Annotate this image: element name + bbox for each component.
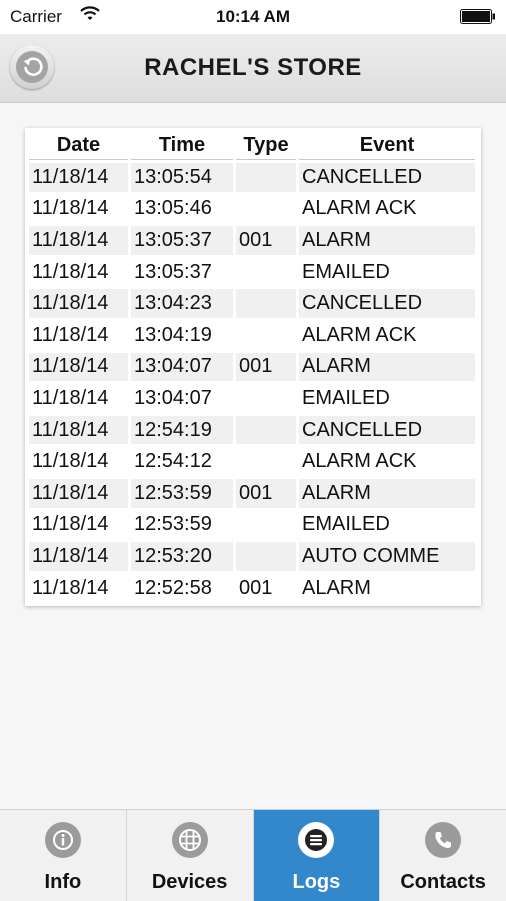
tab-devices[interactable]: Devices [127, 810, 254, 901]
cell-event: CANCELLED [299, 163, 475, 192]
cell-event: CANCELLED [299, 289, 475, 318]
cell-event: ALARM ACK [302, 323, 417, 346]
table-row: 11/18/14 12:54:19 CANCELLED [29, 415, 475, 445]
cell-type [236, 258, 296, 287]
cell-type: 001 [236, 478, 296, 508]
table-row: 11/18/14 12:53:59 EMAILED [29, 511, 475, 540]
cell-event: AUTO COMME [299, 542, 475, 571]
tab-contacts-label: Contacts [400, 871, 486, 893]
table-row: 11/18/14 12:53:59 001 ALARM [29, 478, 475, 508]
cell-type [236, 321, 296, 350]
cell-type: 001 [239, 576, 273, 599]
cell-date: 11/18/14 [29, 415, 128, 445]
cell-date: 11/18/14 [32, 386, 109, 409]
tab-logs-label: Logs [292, 871, 341, 893]
log-table-panel: Date Time Type Event 11/18/14 13:05:54 CAN… [25, 128, 481, 606]
cell-event: ALARM [299, 352, 475, 382]
cell-time: 13:05:37 [131, 226, 233, 255]
cell-event: ALARM [299, 478, 475, 508]
cell-date: 11/18/14 [32, 576, 109, 599]
cell-time: 13:04:07 [131, 352, 233, 382]
cell-type [236, 384, 296, 413]
header-bar: RACHEL'S STORE [0, 34, 506, 103]
battery-icon [460, 9, 495, 24]
cell-event: EMAILED [302, 260, 390, 283]
column-header-event: Event [299, 131, 475, 160]
cell-date: 11/18/14 [32, 197, 109, 220]
table-row: 11/18/14 13:04:19 ALARM ACK [29, 321, 475, 350]
cell-event: ALARM ACK [302, 197, 417, 220]
cell-event: CANCELLED [299, 415, 475, 445]
log-table: Date Time Type Event 11/18/14 13:05:54 CAN… [26, 128, 478, 605]
cell-type [236, 163, 296, 192]
cell-time: 13:05:37 [134, 260, 212, 283]
table-row: 11/18/14 13:05:54 CANCELLED [29, 163, 475, 192]
tab-info-label: Info [44, 871, 82, 893]
status-bar: Carrier 10:14 AM [0, 0, 506, 34]
cell-type: 001 [236, 226, 296, 255]
column-header-time: Time [131, 131, 233, 160]
table-header-row: Date Time Type Event [29, 131, 475, 160]
cell-date: 11/18/14 [29, 352, 128, 382]
cell-date: 11/18/14 [29, 163, 128, 192]
status-time: 10:14 AM [215, 7, 290, 26]
cell-time: 12:53:59 [131, 478, 233, 508]
cell-event: EMAILED [302, 386, 390, 409]
table-row: 11/18/14 13:04:07 001 ALARM [29, 352, 475, 382]
cell-time: 12:54:19 [131, 415, 233, 445]
cell-type [236, 542, 296, 571]
table-row: 11/18/14 12:52:58 001 ALARM [29, 574, 475, 603]
grid-icon [171, 822, 208, 858]
cell-time: 13:04:07 [134, 386, 212, 409]
table-row: 11/18/14 13:05:37 001 ALARM [29, 226, 475, 255]
cell-type [236, 195, 296, 224]
cell-time: 13:04:23 [131, 289, 233, 318]
cell-date: 11/18/14 [29, 542, 128, 571]
cell-type: 001 [236, 352, 296, 382]
column-header-date: Date [29, 131, 128, 160]
cell-event: EMAILED [302, 513, 390, 536]
tab-logs[interactable]: Logs [253, 810, 381, 901]
cell-time: 13:05:46 [134, 197, 212, 220]
cell-date: 11/18/14 [32, 323, 109, 346]
cell-type [236, 415, 296, 445]
table-row: 11/18/14 12:54:12 ALARM ACK [29, 447, 475, 476]
cell-event: ALARM [302, 576, 371, 599]
table-row: 11/18/14 12:53:20 AUTO COMME [29, 542, 475, 571]
tab-bar: Info Devices Logs Contacts [0, 809, 506, 901]
cell-type [236, 511, 296, 540]
cell-date: 11/18/14 [29, 289, 128, 318]
tab-devices-label: Devices [151, 871, 228, 893]
cell-event: ALARM [299, 226, 475, 255]
cell-time: 13:04:19 [134, 323, 212, 346]
cell-type [236, 289, 296, 318]
cell-time: 12:53:59 [134, 513, 212, 536]
table-row: 11/18/14 13:05:46 ALARM ACK [29, 195, 475, 224]
list-icon [298, 822, 335, 858]
cell-time: 13:05:54 [131, 163, 233, 192]
info-icon [44, 822, 81, 858]
cell-date: 11/18/14 [32, 260, 109, 283]
cell-type [236, 447, 296, 476]
cell-time: 12:54:12 [134, 450, 212, 473]
cell-event: ALARM ACK [302, 450, 417, 473]
cell-date: 11/18/14 [32, 450, 109, 473]
cell-date: 11/18/14 [29, 478, 128, 508]
table-row: 11/18/14 13:04:07 EMAILED [29, 384, 475, 413]
table-row: 11/18/14 13:05:37 EMAILED [29, 258, 475, 287]
column-header-type: Type [236, 131, 296, 160]
cell-time: 12:53:20 [131, 542, 233, 571]
page-title: RACHEL'S STORE [144, 54, 362, 81]
phone-icon [425, 822, 462, 858]
cell-time: 12:52:58 [134, 576, 212, 599]
tab-info[interactable]: Info [0, 810, 127, 901]
cell-date: 11/18/14 [32, 513, 109, 536]
cell-date: 11/18/14 [29, 226, 128, 255]
table-row: 11/18/14 13:04:23 CANCELLED [29, 289, 475, 318]
tab-contacts[interactable]: Contacts [380, 810, 506, 901]
